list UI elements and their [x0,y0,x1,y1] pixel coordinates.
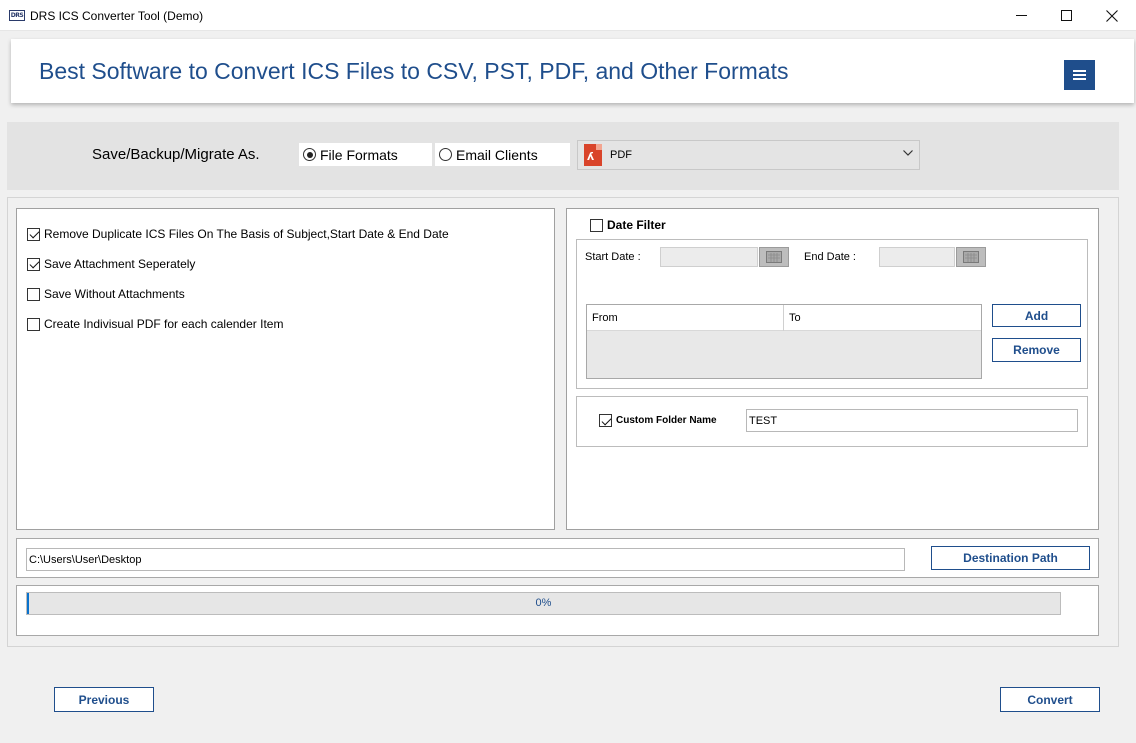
format-select[interactable]: ʎ PDF [577,140,920,170]
end-date-label: End Date : [804,251,856,263]
checkbox[interactable] [590,218,603,232]
date-filter-toggle[interactable]: Date Filter [590,218,666,232]
column-header-to: To [789,312,801,324]
custom-folder-label: Custom Folder Name [616,415,717,426]
maximize-icon [1060,10,1072,21]
maximize-button[interactable] [1043,0,1089,31]
option-label: Remove Duplicate ICS Files On The Basis … [44,227,449,241]
pdf-icon: ʎ [584,144,602,166]
hamburger-icon [1073,70,1086,80]
date-range-table[interactable]: From To [586,304,982,379]
selected-format: PDF [610,149,632,161]
convert-button[interactable]: Convert [1000,687,1100,712]
radio-label: File Formats [320,146,398,163]
page-title: Best Software to Convert ICS Files to CS… [39,58,789,84]
radio-file-formats[interactable]: File Formats [299,143,432,166]
save-as-label: Save/Backup/Migrate As. [92,146,260,163]
option-remove-duplicates[interactable]: Remove Duplicate ICS Files On The Basis … [27,227,449,241]
table-header: From To [587,305,981,331]
column-header-from: From [592,312,618,324]
minimize-icon [1015,14,1027,16]
footer [0,655,1136,743]
custom-folder-toggle[interactable]: Custom Folder Name [599,414,717,427]
date-filter-label: Date Filter [607,218,666,232]
window-title: DRS ICS Converter Tool (Demo) [30,9,204,23]
end-date-input[interactable] [879,247,955,267]
checkbox[interactable] [27,227,40,241]
close-button[interactable] [1089,0,1135,31]
calendar-icon [766,251,782,263]
destination-path-input[interactable]: C:\Users\User\Desktop [26,548,905,571]
radio-label: Email Clients [456,146,538,163]
radio-button[interactable] [303,148,316,161]
end-date-calendar-button[interactable] [956,247,986,267]
previous-button[interactable]: Previous [54,687,154,712]
start-date-calendar-button[interactable] [759,247,789,267]
progress-bar: 0% [26,592,1061,615]
destination-path-button[interactable]: Destination Path [931,546,1090,570]
checkbox[interactable] [599,414,612,427]
radio-button[interactable] [439,148,452,161]
app-icon: DRS [9,10,25,21]
chevron-down-icon [903,150,913,156]
option-individual-pdf[interactable]: Create Indivisual PDF for each calender … [27,317,283,331]
start-date-input[interactable] [660,247,758,267]
remove-button[interactable]: Remove [992,338,1081,362]
option-save-attachment[interactable]: Save Attachment Seperately [27,257,195,271]
minimize-button[interactable] [998,0,1044,31]
option-label: Save Without Attachments [44,287,185,301]
start-date-label: Start Date : [585,251,641,263]
progress-text: 0% [535,597,552,609]
option-save-without-attachments[interactable]: Save Without Attachments [27,287,185,301]
option-label: Create Indivisual PDF for each calender … [44,317,284,331]
radio-email-clients[interactable]: Email Clients [435,143,570,166]
menu-button[interactable] [1064,60,1095,90]
checkbox[interactable] [27,257,40,271]
add-button[interactable]: Add [992,304,1081,327]
close-icon [1106,9,1118,22]
checkbox[interactable] [27,287,40,301]
checkbox[interactable] [27,317,40,331]
option-label: Save Attachment Seperately [44,257,196,271]
calendar-icon [963,251,979,263]
custom-folder-input[interactable]: TEST [746,409,1078,432]
